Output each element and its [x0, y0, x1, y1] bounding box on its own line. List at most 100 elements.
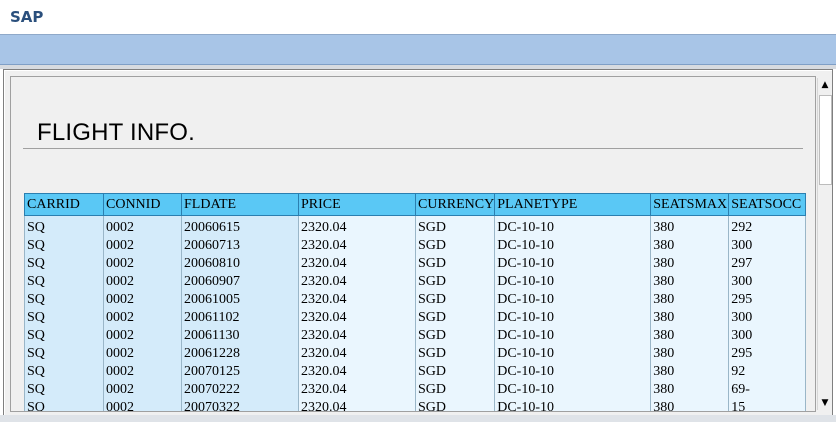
cell-currency: SGD: [414, 309, 496, 327]
cell-planetype: DC-10-10: [494, 345, 652, 363]
cell-planetype: DC-10-10: [494, 255, 652, 273]
cell-seatsocc: 295: [728, 291, 807, 309]
cell-carrid: SQ: [24, 363, 104, 381]
cell-seatsocc: 300: [728, 327, 807, 345]
column-header-carrid[interactable]: CARRID: [24, 193, 104, 216]
table-row[interactable]: SQ 0002 20060907 2320.04 SGD DC-10-10 380 300: [24, 273, 807, 291]
cell-seatsocc: 300: [728, 237, 807, 255]
cell-seatsmax: 380: [650, 273, 730, 291]
table-row[interactable]: SQ 0002 20061102 2320.04 SGD DC-10-10 380 300: [24, 309, 807, 327]
cell-planetype: DC-10-10: [494, 291, 652, 309]
column-header-price[interactable]: PRICE: [298, 193, 416, 216]
cell-fldate: 20070322: [181, 399, 299, 411]
table-header-row: CARRID CONNID FLDATE PRICE CURRENCY PLANETYPE…: [24, 193, 807, 216]
cell-currency: SGD: [414, 291, 496, 309]
cell-currency: SGD: [414, 237, 496, 255]
column-header-seatsocc[interactable]: SEATSOCC: [728, 193, 807, 216]
cell-seatsocc: 300: [728, 309, 807, 327]
column-header-seatsmax[interactable]: SEATSMAX: [650, 193, 730, 216]
cell-seatsocc: 292: [728, 215, 807, 237]
cell-planetype: DC-10-10: [494, 381, 652, 399]
title-divider: [23, 148, 803, 149]
table-row[interactable]: SQ 0002 20060615 2320.04 SGD DC-10-10 380 292: [24, 215, 807, 237]
table-row[interactable]: SQ 0002 20060810 2320.04 SGD DC-10-10 380 297: [24, 255, 807, 273]
table-row[interactable]: SQ 0002 20060713 2320.04 SGD DC-10-10 380 300: [24, 237, 807, 255]
bottom-border: [0, 415, 836, 422]
table-row[interactable]: SQ 0002 20070125 2320.04 SGD DC-10-10 380 92: [24, 363, 807, 381]
cell-fldate: 20061102: [181, 309, 299, 327]
cell-carrid: SQ: [24, 291, 104, 309]
cell-carrid: SQ: [24, 327, 104, 345]
cell-price: 2320.04: [298, 255, 416, 273]
cell-seatsmax: 380: [650, 327, 730, 345]
cell-fldate: 20061005: [181, 291, 299, 309]
flight-table: CARRID CONNID FLDATE PRICE CURRENCY PLANETYPE…: [24, 193, 807, 411]
cell-planetype: DC-10-10: [494, 273, 652, 291]
cell-carrid: SQ: [24, 345, 104, 363]
report-title: FLIGHT INFO.: [37, 119, 195, 146]
scroll-down-icon[interactable]: ▼: [818, 396, 832, 410]
cell-planetype: DC-10-10: [494, 309, 652, 327]
cell-fldate: 20060907: [181, 273, 299, 291]
cell-price: 2320.04: [298, 381, 416, 399]
cell-price: 2320.04: [298, 237, 416, 255]
cell-seatsocc: 295: [728, 345, 807, 363]
toolbar: [0, 35, 836, 65]
cell-seatsmax: 380: [650, 309, 730, 327]
report-frame: FLIGHT INFO. CARRID CONNID FLDATE PRICE CURR…: [3, 69, 833, 416]
cell-connid: 0002: [103, 345, 182, 363]
scroll-up-icon[interactable]: ▲: [818, 78, 832, 92]
cell-price: 2320.04: [298, 399, 416, 411]
table-row[interactable]: SQ 0002 20061228 2320.04 SGD DC-10-10 380 295: [24, 345, 807, 363]
cell-seatsmax: 380: [650, 399, 730, 411]
app-title: SAP: [10, 8, 44, 26]
cell-fldate: 20060615: [181, 215, 299, 237]
cell-carrid: SQ: [24, 381, 104, 399]
table-row[interactable]: SQ 0002 20061005 2320.04 SGD DC-10-10 380 295: [24, 291, 807, 309]
cell-planetype: DC-10-10: [494, 327, 652, 345]
cell-carrid: SQ: [24, 273, 104, 291]
column-header-fldate[interactable]: FLDATE: [181, 193, 299, 216]
cell-currency: SGD: [414, 215, 496, 237]
cell-carrid: SQ: [24, 255, 104, 273]
cell-seatsmax: 380: [650, 255, 730, 273]
cell-connid: 0002: [103, 327, 182, 345]
vertical-scrollbar[interactable]: ▲ ▼: [817, 78, 832, 410]
cell-planetype: DC-10-10: [494, 237, 652, 255]
cell-seatsmax: 380: [650, 363, 730, 381]
cell-carrid: SQ: [24, 237, 104, 255]
cell-connid: 0002: [103, 399, 182, 411]
cell-seatsocc: 92: [728, 363, 807, 381]
cell-carrid: SQ: [24, 309, 104, 327]
cell-fldate: 20060810: [181, 255, 299, 273]
cell-connid: 0002: [103, 215, 182, 237]
report-area: FLIGHT INFO. CARRID CONNID FLDATE PRICE CURR…: [10, 76, 816, 412]
cell-connid: 0002: [103, 381, 182, 399]
cell-connid: 0002: [103, 273, 182, 291]
column-header-currency[interactable]: CURRENCY: [414, 193, 496, 216]
table-row[interactable]: SQ 0002 20070322 2320.04 SGD DC-10-10 380 15: [24, 399, 807, 411]
cell-currency: SGD: [414, 255, 496, 273]
cell-seatsocc: 69-: [728, 381, 807, 399]
cell-planetype: DC-10-10: [494, 215, 652, 237]
cell-seatsocc: 300: [728, 273, 807, 291]
cell-fldate: 20070125: [181, 363, 299, 381]
cell-price: 2320.04: [298, 363, 416, 381]
column-header-planetype[interactable]: PLANETYPE: [494, 193, 652, 216]
cell-price: 2320.04: [298, 327, 416, 345]
table-row[interactable]: SQ 0002 20061130 2320.04 SGD DC-10-10 380 300: [24, 327, 807, 345]
column-header-connid[interactable]: CONNID: [103, 193, 182, 216]
cell-connid: 0002: [103, 363, 182, 381]
cell-currency: SGD: [414, 327, 496, 345]
cell-price: 2320.04: [298, 215, 416, 237]
cell-seatsmax: 380: [650, 291, 730, 309]
scroll-thumb[interactable]: [819, 95, 832, 185]
cell-fldate: 20070222: [181, 381, 299, 399]
cell-seatsmax: 380: [650, 345, 730, 363]
cell-price: 2320.04: [298, 345, 416, 363]
cell-price: 2320.04: [298, 291, 416, 309]
table-row[interactable]: SQ 0002 20070222 2320.04 SGD DC-10-10 380 69-: [24, 381, 807, 399]
cell-currency: SGD: [414, 381, 496, 399]
cell-seatsmax: 380: [650, 215, 730, 237]
cell-price: 2320.04: [298, 309, 416, 327]
